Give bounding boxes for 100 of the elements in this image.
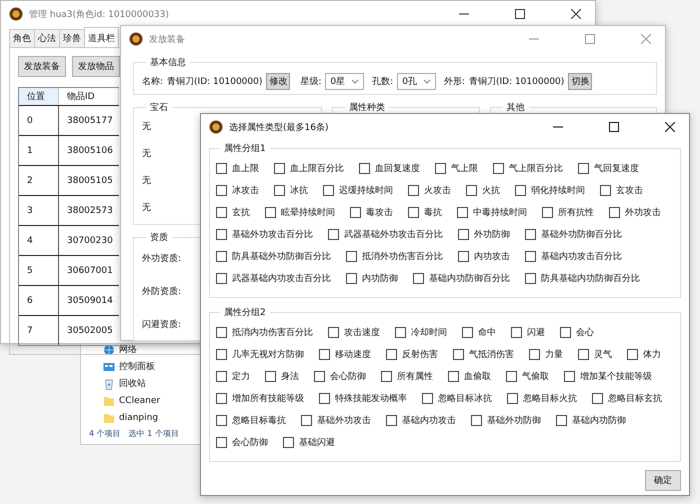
checkbox[interactable] <box>319 392 330 404</box>
checkbox[interactable] <box>422 392 433 404</box>
checkbox[interactable] <box>395 326 406 338</box>
checkbox-label[interactable]: 力量 <box>545 348 563 360</box>
checkbox[interactable] <box>323 184 334 196</box>
checkbox[interactable] <box>529 348 540 360</box>
checkbox-label[interactable]: 会心 <box>576 326 594 338</box>
checkbox-label[interactable]: 迟缓持续时间 <box>339 184 393 196</box>
checkbox-label[interactable]: 武器基础外功攻击百分比 <box>344 228 443 240</box>
checkbox-label[interactable]: 反射伤害 <box>402 348 438 360</box>
checkbox-label[interactable]: 会心防御 <box>330 370 366 382</box>
checkbox[interactable] <box>301 414 312 426</box>
checkbox-label[interactable]: 内功攻击 <box>474 250 510 262</box>
checkbox[interactable] <box>525 228 536 240</box>
checkbox[interactable] <box>493 162 504 174</box>
checkbox[interactable] <box>462 326 473 338</box>
checkbox-label[interactable]: 定力 <box>232 370 250 382</box>
checkbox[interactable] <box>542 206 553 218</box>
checkbox[interactable] <box>216 206 227 218</box>
checkbox-label[interactable]: 体力 <box>643 348 661 360</box>
checkbox-label[interactable]: 攻击速度 <box>344 326 380 338</box>
checkbox-label[interactable]: 外功攻击 <box>625 206 661 218</box>
checkbox-label[interactable]: 冰攻击 <box>232 184 259 196</box>
checkbox-label[interactable]: 基础外功防御百分比 <box>541 228 622 240</box>
checkbox-label[interactable]: 武器基础内功攻击百分比 <box>232 272 331 284</box>
checkbox[interactable] <box>283 436 294 448</box>
checkbox-label[interactable]: 气抵消伤害 <box>469 348 514 360</box>
checkbox[interactable] <box>525 250 536 262</box>
checkbox[interactable] <box>457 206 468 218</box>
action-button[interactable]: 发放物品 <box>72 56 120 77</box>
checkbox-label[interactable]: 血回复速度 <box>375 162 420 174</box>
checkbox-label[interactable]: 身法 <box>281 370 299 382</box>
checkbox-label[interactable]: 增加某个技能等级 <box>580 370 652 382</box>
checkbox-label[interactable]: 气回复速度 <box>594 162 639 174</box>
checkbox[interactable] <box>466 184 477 196</box>
checkbox[interactable] <box>458 250 469 262</box>
checkbox[interactable] <box>578 348 589 360</box>
checkbox[interactable] <box>381 370 392 382</box>
checkbox-label[interactable]: 忽略目标玄抗 <box>608 392 662 404</box>
checkbox[interactable] <box>328 326 339 338</box>
checkbox-label[interactable]: 毒抗 <box>424 206 442 218</box>
checkbox-label[interactable]: 基础外功防御 <box>487 414 541 426</box>
checkbox-label[interactable]: 气上限 <box>451 162 478 174</box>
checkbox[interactable] <box>216 272 227 284</box>
checkbox[interactable] <box>216 228 227 240</box>
checkbox[interactable] <box>350 206 361 218</box>
checkbox[interactable] <box>507 392 518 404</box>
checkbox-label[interactable]: 命中 <box>478 326 496 338</box>
tab[interactable]: 角色 <box>9 29 35 47</box>
checkbox[interactable] <box>578 162 589 174</box>
checkbox[interactable] <box>346 250 357 262</box>
checkbox-label[interactable]: 玄抗 <box>232 206 250 218</box>
explorer-item[interactable]: 回收站 <box>119 377 146 390</box>
checkbox-label[interactable]: 所有属性 <box>397 370 433 382</box>
checkbox[interactable] <box>627 348 638 360</box>
checkbox-label[interactable]: 特殊技能发动概率 <box>335 392 407 404</box>
checkbox[interactable] <box>216 436 227 448</box>
checkbox-label[interactable]: 火抗 <box>482 184 500 196</box>
checkbox-label[interactable]: 防具基础内功防御百分比 <box>541 272 640 284</box>
checkbox-label[interactable]: 基础内功攻击 <box>402 414 456 426</box>
checkbox-label[interactable]: 基础外功攻击 <box>317 414 371 426</box>
checkbox-label[interactable]: 所有抗性 <box>558 206 594 218</box>
checkbox[interactable] <box>560 326 571 338</box>
checkbox[interactable] <box>216 348 227 360</box>
checkbox-label[interactable]: 基础内功防御 <box>572 414 626 426</box>
checkbox-label[interactable]: 冷却时间 <box>411 326 447 338</box>
tab[interactable]: 珍兽 <box>59 29 85 47</box>
checkbox[interactable] <box>274 184 285 196</box>
checkbox-label[interactable]: 血偷取 <box>464 370 491 382</box>
checkbox[interactable] <box>564 370 575 382</box>
checkbox-label[interactable]: 增加所有技能等级 <box>232 392 304 404</box>
checkbox-label[interactable]: 毒攻击 <box>366 206 393 218</box>
checkbox[interactable] <box>216 162 227 174</box>
checkbox-label[interactable]: 眩晕持续时间 <box>281 206 335 218</box>
tab[interactable]: 心法 <box>34 29 60 47</box>
checkbox[interactable] <box>274 162 285 174</box>
checkbox[interactable] <box>448 370 459 382</box>
ok-button[interactable]: 确定 <box>645 470 681 491</box>
checkbox[interactable] <box>592 392 603 404</box>
checkbox-label[interactable]: 基础外功攻击百分比 <box>232 228 313 240</box>
checkbox-label[interactable]: 中毒持续时间 <box>473 206 527 218</box>
checkbox[interactable] <box>386 414 397 426</box>
switch-button[interactable]: 切换 <box>568 73 592 90</box>
checkbox[interactable] <box>408 206 419 218</box>
checkbox-label[interactable]: 闪避 <box>527 326 545 338</box>
checkbox[interactable] <box>216 414 227 426</box>
checkbox-label[interactable]: 弱化持续时间 <box>531 184 585 196</box>
maximize-icon[interactable] <box>609 122 619 132</box>
checkbox-label[interactable]: 内功防御 <box>362 272 398 284</box>
checkbox-label[interactable]: 防具基础外功防御百分比 <box>232 250 331 262</box>
explorer-item[interactable]: 网络 <box>119 343 137 356</box>
checkbox-label[interactable]: 玄攻击 <box>616 184 643 196</box>
checkbox-label[interactable]: 几率无视对方防御 <box>232 348 304 360</box>
checkbox[interactable] <box>515 184 526 196</box>
checkbox-label[interactable]: 会心防御 <box>232 436 268 448</box>
action-button[interactable]: 发放装备 <box>18 56 66 77</box>
column-header[interactable]: 物品ID <box>59 88 119 105</box>
checkbox[interactable] <box>556 414 567 426</box>
checkbox[interactable] <box>506 370 517 382</box>
checkbox-label[interactable]: 血上限百分比 <box>290 162 344 174</box>
